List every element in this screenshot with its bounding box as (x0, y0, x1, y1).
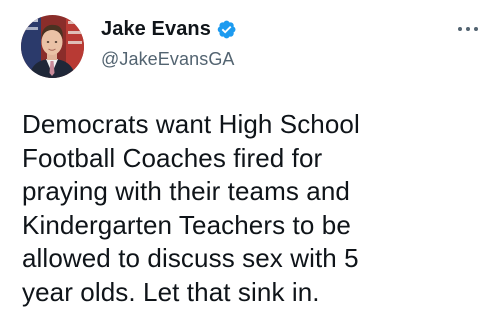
avatar[interactable] (21, 15, 84, 78)
user-info: Jake Evans @JakeEvansGA (101, 16, 237, 70)
user-handle[interactable]: @JakeEvansGA (101, 49, 237, 70)
profile-photo (21, 15, 84, 78)
name-row: Jake Evans (101, 16, 237, 42)
more-options-icon[interactable] (456, 22, 480, 36)
display-name[interactable]: Jake Evans (101, 18, 211, 41)
tweet-text: Democrats want High School Football Coac… (22, 109, 360, 307)
verified-badge-icon (216, 19, 237, 40)
tweet-card: Jake Evans @JakeEvansGA Democrats want H… (0, 0, 500, 333)
